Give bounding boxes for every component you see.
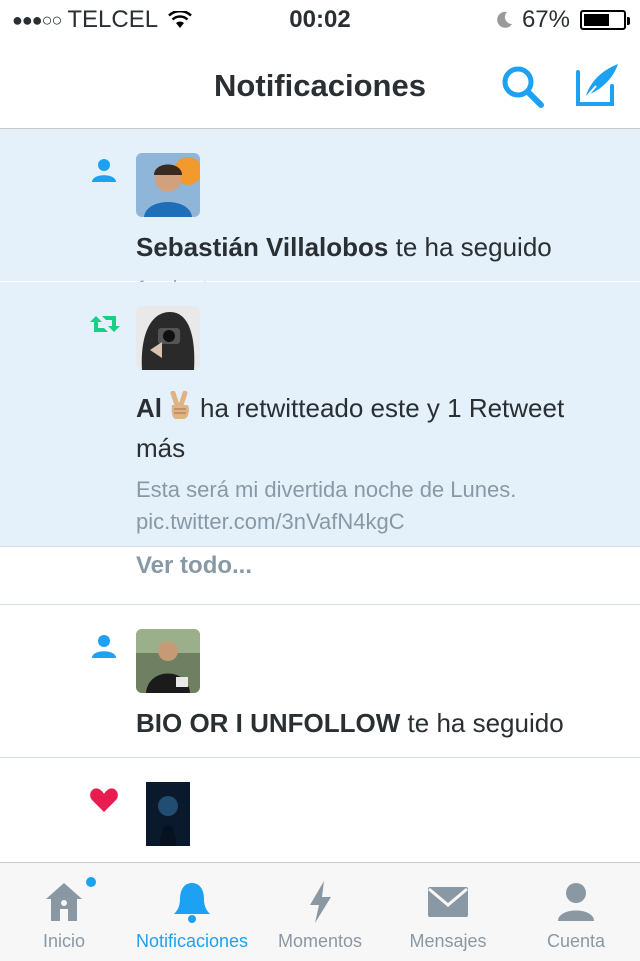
media-thumbnail[interactable]: [146, 782, 190, 846]
envelope-icon: [428, 887, 468, 917]
tab-label: Mensajes: [409, 931, 487, 951]
notification-like[interactable]: [0, 758, 640, 862]
status-bar: ●●●○○ TELCEL 00:02 67%: [0, 0, 640, 40]
user-name[interactable]: BIO OR I UNFOLLOW: [136, 708, 400, 738]
battery-percent: 67%: [521, 6, 570, 33]
compose-icon[interactable]: [572, 60, 622, 110]
notification-follow[interactable]: BIO OR I UNFOLLOW te ha seguido: [0, 605, 640, 757]
see-all-link[interactable]: Ver todo...: [136, 552, 252, 580]
navigation-bar: Notificaciones: [0, 40, 640, 129]
divider: [0, 546, 640, 547]
tweet-preview[interactable]: Esta será mi divertida noche de Lunes. p…: [136, 474, 600, 538]
action-text: te ha seguido: [400, 708, 564, 738]
heart-icon: [90, 788, 118, 812]
tab-label: Inicio: [42, 931, 86, 951]
avatar[interactable]: [136, 629, 200, 693]
avatar[interactable]: [136, 306, 200, 370]
tab-momentos[interactable]: Momentos: [256, 863, 384, 961]
avatar[interactable]: [136, 153, 200, 217]
notification-dot: [86, 877, 96, 887]
action-text: te ha seguido: [388, 232, 552, 262]
retweet-icon: [90, 316, 120, 332]
tab-mensajes[interactable]: Mensajes: [384, 863, 512, 961]
user-name[interactable]: Sebastián Villalobos: [136, 232, 388, 262]
victory-hand-icon: [170, 391, 189, 419]
user-name[interactable]: Al: [136, 393, 162, 423]
battery-icon: [580, 10, 630, 30]
tab-cuenta[interactable]: Cuenta: [512, 863, 640, 961]
tab-label: Momentos: [277, 931, 363, 951]
tab-label: Cuenta: [546, 931, 606, 951]
home-icon: [46, 883, 82, 921]
tab-inicio[interactable]: Inicio: [0, 863, 128, 961]
tab-label: Notificaciones: [135, 931, 249, 951]
action-text: ha retwitteado este y 1 Retweet más: [136, 393, 565, 463]
tab-notificaciones[interactable]: Notificaciones: [128, 863, 256, 961]
lightning-icon: [310, 881, 331, 923]
bell-icon: [174, 883, 210, 923]
status-right: 67%: [494, 6, 630, 34]
notification-text: Al ha retwitteado este y 1 Retweet más: [136, 388, 620, 468]
moon-icon: [497, 11, 512, 28]
notification-follow[interactable]: Sebastián Villalobos te ha seguido: [0, 129, 640, 281]
follow-icon: [92, 635, 116, 658]
notification-text: BIO OR I UNFOLLOW te ha seguido: [136, 703, 620, 743]
person-icon: [558, 883, 594, 921]
notification-retweet[interactable]: Al ha retwitteado este y 1 Retweet más E…: [0, 282, 640, 546]
notification-text: Sebastián Villalobos te ha seguido: [136, 227, 620, 267]
search-icon[interactable]: [498, 62, 546, 110]
follow-icon: [92, 159, 116, 182]
tab-bar: Inicio Notificaciones Momentos Mensajes …: [0, 862, 640, 961]
